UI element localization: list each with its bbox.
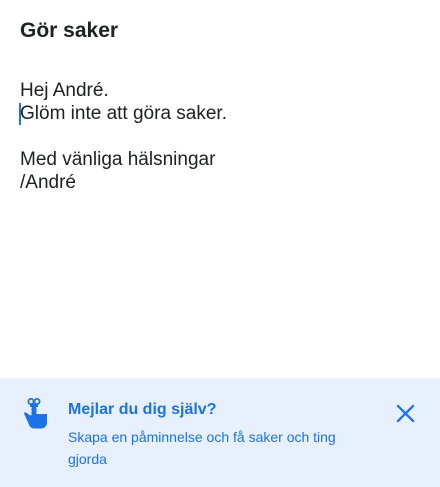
compose-screen: Gör saker Hej André. Glöm inte att göra …: [0, 0, 440, 487]
close-icon: [396, 404, 414, 422]
message-body[interactable]: Hej André. Glöm inte att göra saker. Med…: [19, 79, 420, 194]
body-line-1: Hej André.: [20, 80, 109, 101]
body-line-2-text: Glöm inte att göra saker.: [20, 103, 227, 124]
close-banner-button[interactable]: [391, 399, 419, 427]
finger-string-reminder-icon: [24, 398, 47, 429]
body-line-3: [20, 125, 420, 148]
text-cursor: [19, 103, 21, 125]
body-line-2: Glöm inte att göra saker.: [19, 102, 420, 125]
subject-field[interactable]: Gör saker: [20, 19, 118, 43]
body-line-4: Med vänliga hälsningar: [20, 149, 216, 170]
body-line-5: /André: [20, 172, 76, 193]
banner-description: Skapa en påminnelse och få saker och tin…: [68, 429, 336, 467]
banner-title: Mejlar du dig själv?: [68, 401, 217, 418]
